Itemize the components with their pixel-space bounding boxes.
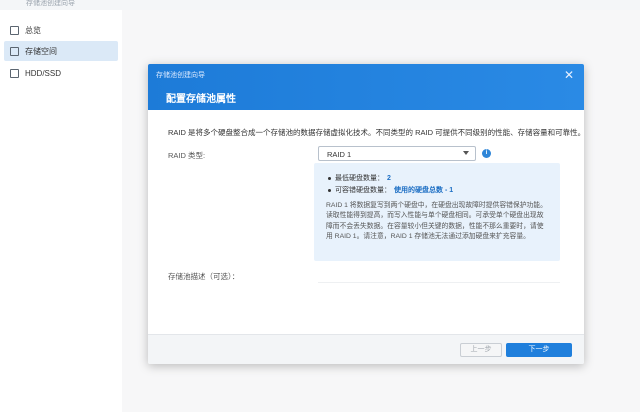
sidebar-item-label: HDD/SSD bbox=[25, 68, 62, 78]
sidebar: 总览 存储空间 HDD/SSD bbox=[0, 10, 122, 412]
sidebar-item-storage[interactable]: 存储空间 bbox=[4, 41, 118, 61]
fault-tolerance-label: 可容错硬盘数量： bbox=[335, 187, 391, 194]
raid-type-value: RAID 1 bbox=[327, 150, 352, 159]
create-storage-pool-dialog: 存储池创建向导 ✕ 配置存储池属性 RAID 是将多个硬盘整合成一个存储池的数据… bbox=[148, 64, 584, 364]
sidebar-item-label: 存储空间 bbox=[25, 46, 57, 56]
dialog-header: 存储池创建向导 ✕ 配置存储池属性 bbox=[148, 64, 584, 110]
description-field-label: 存储池描述（可选）： bbox=[168, 272, 240, 281]
bullet-icon bbox=[328, 176, 331, 180]
disk-icon bbox=[10, 68, 19, 78]
dialog-footer: 上一步 下一步 bbox=[148, 334, 584, 364]
chevron-down-icon bbox=[463, 151, 469, 155]
raid-description: RAID 是将多个硬盘整合成一个存储池的数据存储虚拟化技术。不同类型的 RAID… bbox=[168, 128, 584, 137]
app-topbar: 存储池创建向导 bbox=[0, 0, 640, 10]
fault-tolerance-line: 可容错硬盘数量： 使用的硬盘总数 - 1 bbox=[328, 185, 453, 195]
sidebar-item-overview[interactable]: 总览 bbox=[4, 20, 118, 40]
dialog-heading: 配置存储池属性 bbox=[166, 94, 236, 105]
app-title: 存储池创建向导 bbox=[26, 0, 75, 7]
fault-tolerance-value: 使用的硬盘总数 - 1 bbox=[394, 187, 454, 194]
min-disks-value: 2 bbox=[387, 175, 391, 182]
min-disks-label: 最低硬盘数量： bbox=[335, 175, 384, 182]
info-icon[interactable]: i bbox=[482, 149, 491, 158]
sidebar-item-hdd-ssd[interactable]: HDD/SSD bbox=[4, 63, 118, 83]
sidebar-item-label: 总览 bbox=[25, 25, 41, 35]
dialog-title: 存储池创建向导 bbox=[156, 72, 205, 79]
bullet-icon bbox=[328, 188, 331, 192]
previous-button[interactable]: 上一步 bbox=[460, 343, 502, 357]
description-input[interactable] bbox=[318, 269, 560, 283]
raid-type-label: RAID 类型: bbox=[168, 151, 206, 160]
close-icon[interactable]: ✕ bbox=[564, 68, 574, 82]
overview-icon bbox=[10, 25, 19, 35]
raid1-explanation: RAID 1 将数据复写到两个硬盘中，在硬盘出现故障时提供容错保护功能。读取性能… bbox=[326, 202, 547, 241]
raid-info-box: 最低硬盘数量： 2 可容错硬盘数量： 使用的硬盘总数 - 1 RAID 1 将数据复… bbox=[314, 163, 560, 261]
storage-icon bbox=[10, 46, 19, 56]
raid-type-select[interactable]: RAID 1 bbox=[318, 146, 476, 161]
next-button[interactable]: 下一步 bbox=[506, 343, 572, 357]
min-disks-line: 最低硬盘数量： 2 bbox=[328, 173, 391, 183]
